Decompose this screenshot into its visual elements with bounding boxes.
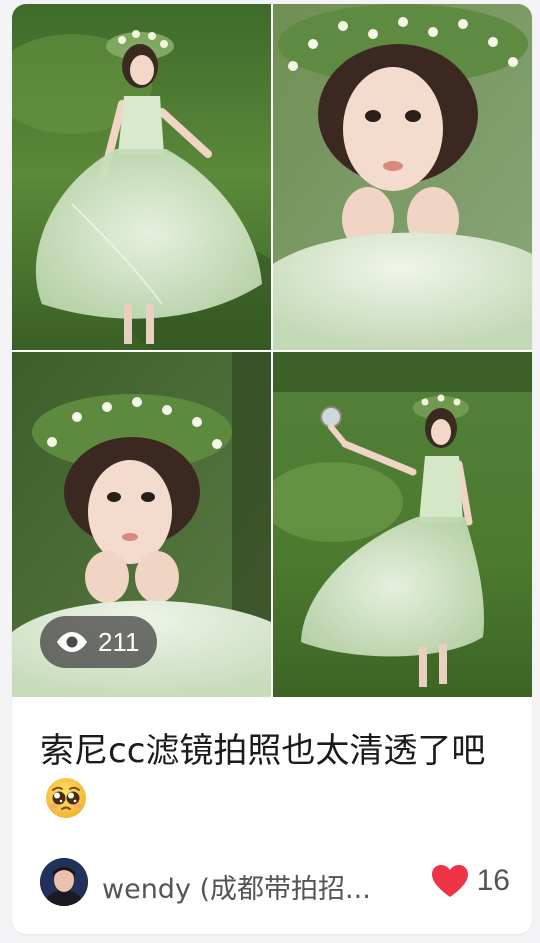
eye-icon [57, 632, 87, 652]
author-name[interactable]: wendy (成都带拍招... [102, 867, 402, 906]
post-footer: wendy (成都带拍招... 16 [40, 856, 510, 908]
photo-1[interactable] [12, 4, 271, 350]
author-avatar[interactable] [40, 858, 88, 906]
post-title-text: 索尼cc滤镜拍照也太清透了吧 [40, 731, 486, 771]
post-title[interactable]: 索尼cc滤镜拍照也太清透了吧 [40, 726, 510, 826]
photo-4[interactable] [273, 352, 532, 697]
like-button[interactable]: 16 [431, 864, 510, 898]
pleading-face-emoji-icon [44, 776, 88, 820]
heart-icon[interactable] [431, 864, 469, 898]
photo-grid[interactable]: 211 [12, 4, 532, 697]
photo-2[interactable] [273, 4, 532, 350]
post-card[interactable]: 211 索尼cc滤镜拍照也太清透了吧 wendy (成都带拍招... 16 [12, 4, 532, 934]
view-count-badge: 211 [40, 616, 158, 668]
view-count: 211 [98, 626, 140, 657]
like-count: 16 [476, 864, 510, 897]
